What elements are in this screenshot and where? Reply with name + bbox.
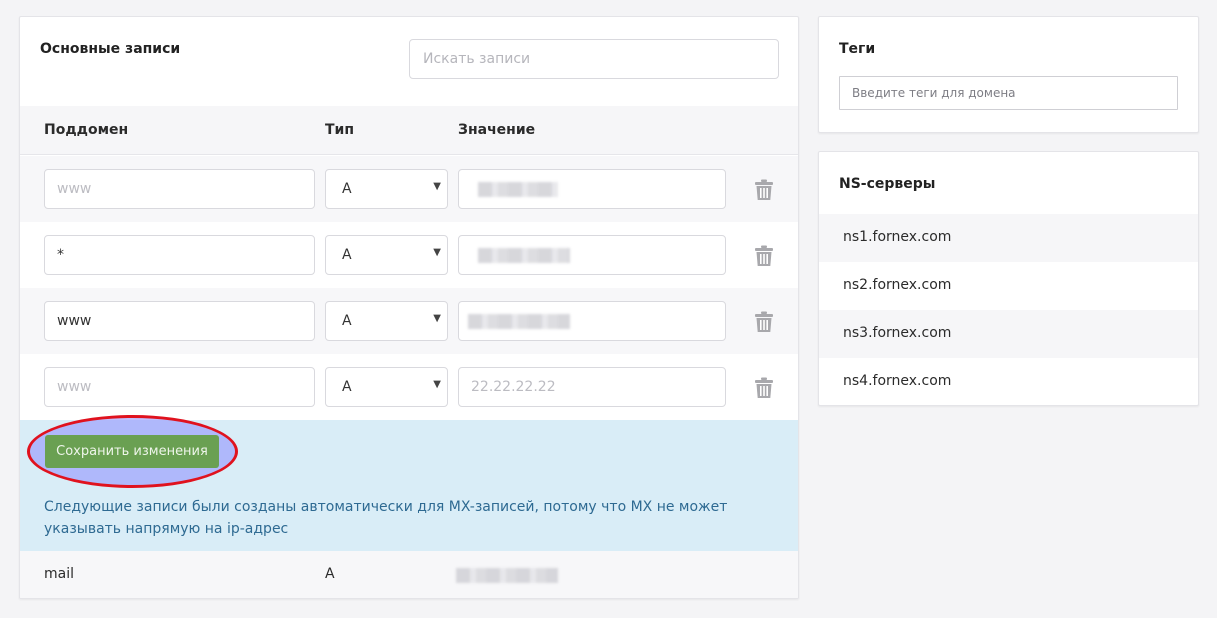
record-row: A ▼ — [20, 288, 798, 354]
record-row: A ▼ — [20, 156, 798, 222]
subdomain-input[interactable] — [44, 301, 315, 341]
panel-title: Основные записи — [40, 41, 181, 57]
type-select-value: A — [342, 313, 352, 329]
type-select-value: A — [342, 181, 352, 197]
ns-server-item: ns4.fornex.com — [819, 358, 1198, 406]
ns-title: NS-серверы — [839, 176, 936, 192]
trash-icon[interactable] — [754, 245, 774, 267]
subdomain-input[interactable] — [44, 235, 315, 275]
subdomain-input[interactable] — [44, 169, 315, 209]
chevron-down-icon: ▼ — [433, 379, 441, 390]
auto-record-type: A — [325, 566, 335, 582]
chevron-down-icon: ▼ — [433, 313, 441, 324]
type-select[interactable]: A ▼ — [325, 301, 448, 341]
tags-panel: Теги — [818, 16, 1199, 133]
search-input[interactable] — [409, 39, 779, 79]
value-input[interactable] — [458, 367, 726, 407]
auto-record-subdomain: mail — [44, 566, 74, 582]
trash-icon[interactable] — [754, 179, 774, 201]
info-message: Следующие записи были созданы автоматиче… — [44, 499, 728, 537]
tags-title: Теги — [839, 41, 876, 57]
record-row: A ▼ — [20, 354, 798, 420]
record-row: A ▼ — [20, 222, 798, 288]
ns-panel: NS-серверы ns1.fornex.com ns2.fornex.com… — [818, 151, 1199, 406]
auto-record-row: mail A — [20, 551, 798, 598]
type-select-value: A — [342, 379, 352, 395]
redacted-value — [456, 568, 558, 583]
redacted-value — [478, 248, 570, 263]
ns-server-label: ns2.fornex.com — [843, 277, 952, 293]
subdomain-input[interactable] — [44, 367, 315, 407]
save-section: Сохранить изменения Следующие записи был… — [20, 415, 798, 551]
trash-icon[interactable] — [754, 377, 774, 399]
save-changes-button[interactable]: Сохранить изменения — [45, 435, 219, 468]
column-header-subdomain: Поддомен — [44, 122, 129, 138]
type-select-value: A — [342, 247, 352, 263]
table-header: Поддомен Тип Значение — [20, 106, 798, 155]
ns-server-item: ns2.fornex.com — [819, 262, 1198, 310]
type-select[interactable]: A ▼ — [325, 169, 448, 209]
chevron-down-icon: ▼ — [433, 181, 441, 192]
ns-server-label: ns3.fornex.com — [843, 325, 952, 341]
type-select[interactable]: A ▼ — [325, 367, 448, 407]
trash-icon[interactable] — [754, 311, 774, 333]
tags-input[interactable] — [839, 76, 1178, 110]
redacted-value — [478, 182, 558, 197]
column-header-type: Тип — [325, 122, 355, 138]
type-select[interactable]: A ▼ — [325, 235, 448, 275]
ns-server-item: ns3.fornex.com — [819, 310, 1198, 358]
ns-server-item: ns1.fornex.com — [819, 214, 1198, 262]
chevron-down-icon: ▼ — [433, 247, 441, 258]
ns-server-label: ns1.fornex.com — [843, 229, 952, 245]
ns-server-label: ns4.fornex.com — [843, 373, 952, 389]
redacted-value — [468, 314, 570, 329]
records-panel: Основные записи Поддомен Тип Значение A … — [19, 16, 799, 599]
column-header-value: Значение — [458, 122, 536, 138]
